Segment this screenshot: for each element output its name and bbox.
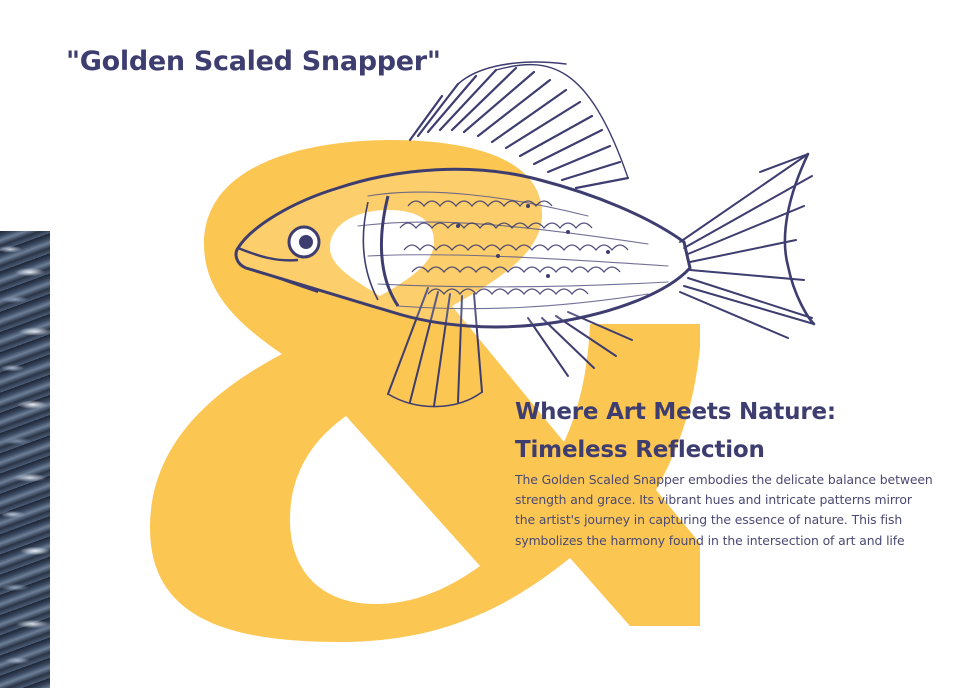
fish-photo-strip <box>0 231 50 688</box>
page: "Golden Scaled Snapper" Where Art Meets … <box>0 0 974 688</box>
page-title: "Golden Scaled Snapper" <box>66 46 441 77</box>
section-heading: Where Art Meets Nature: Timeless Reflect… <box>515 393 935 469</box>
section-heading-line2: Timeless Reflection <box>515 437 765 463</box>
description-paragraph: The Golden Scaled Snapper embodies the d… <box>515 472 933 548</box>
section-heading-line1: Where Art Meets Nature: <box>515 399 836 425</box>
fish-illustration <box>234 61 816 408</box>
